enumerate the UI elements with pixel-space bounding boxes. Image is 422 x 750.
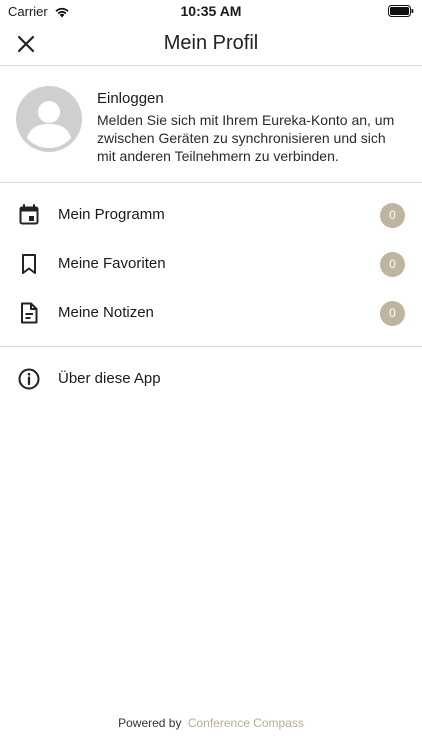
- menu-item-label: Über diese App: [58, 370, 161, 387]
- login-section[interactable]: Einloggen Melden Sie sich mit Ihrem Eure…: [0, 66, 422, 183]
- count-badge: 0: [380, 301, 405, 326]
- menu-item-label: Meine Notizen: [58, 304, 154, 321]
- status-time: 10:35 AM: [180, 3, 242, 19]
- count-badge: 0: [380, 252, 405, 277]
- menu-item-label: Mein Programm: [58, 206, 165, 223]
- calendar-icon: [19, 204, 39, 225]
- status-bar: Carrier 10:35 AM: [0, 0, 422, 22]
- menu-item-programm[interactable]: Mein Programm 0: [0, 191, 422, 240]
- login-title: Einloggen: [97, 90, 164, 107]
- count-badge: 0: [380, 203, 405, 228]
- powered-by-label: Powered by: [118, 716, 182, 730]
- profile-screen: Carrier 10:35 AM Mein Profil Einloggen M…: [0, 0, 422, 750]
- battery-icon: [388, 5, 414, 20]
- menu-item-about[interactable]: Über diese App: [0, 355, 422, 404]
- navigation-bar: Mein Profil: [0, 22, 422, 66]
- menu-item-label: Meine Favoriten: [58, 255, 166, 272]
- menu-item-notizen[interactable]: Meine Notizen 0: [0, 289, 422, 338]
- info-icon: [18, 368, 40, 390]
- footer: Powered by Conference Compass: [0, 716, 422, 730]
- user-placeholder-icon: [27, 101, 71, 148]
- brand-link[interactable]: Conference Compass: [188, 716, 304, 730]
- profile-menu: Mein Programm 0 Meine Favoriten 0 Meine …: [0, 183, 422, 347]
- note-icon: [21, 302, 38, 324]
- page-title: Mein Profil: [163, 32, 259, 54]
- bookmark-icon: [22, 254, 36, 274]
- menu-item-favoriten[interactable]: Meine Favoriten 0: [0, 240, 422, 289]
- avatar: [16, 86, 82, 152]
- login-description: Melden Sie sich mit Ihrem Eureka-Konto a…: [97, 112, 395, 164]
